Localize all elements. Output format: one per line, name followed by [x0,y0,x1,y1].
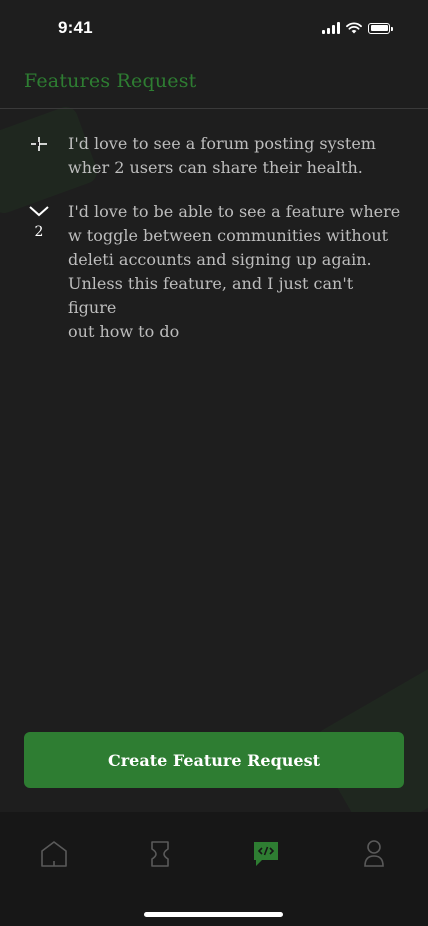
wifi-icon [346,22,362,34]
status-time: 9:41 [58,18,93,37]
tab-profile[interactable] [354,834,394,874]
hourglass-icon [151,841,169,867]
vote-control[interactable] [24,136,54,158]
status-icons [322,22,393,34]
page-title: Features Request [24,70,197,92]
request-text: I'd love to see a forum posting system w… [68,134,376,177]
feature-request-list: I'd love to see a forum posting system w… [0,132,428,364]
request-text: I'd love to be able to see a feature whe… [68,202,401,341]
header: Features Request [0,56,428,109]
tab-hourglass[interactable] [140,834,180,874]
battery-icon [368,22,393,34]
vote-count: 2 [34,224,44,240]
status-bar: 9:41 [0,0,428,56]
feature-request-item[interactable]: I'd love to see a forum posting system w… [0,132,428,180]
feature-request-item[interactable]: 2 I'd love to be able to see a feature w… [0,200,428,344]
home-icon [41,841,67,867]
upvote-plus-icon[interactable] [30,136,48,152]
cellular-signal-icon [322,22,340,34]
tab-bar [0,812,428,926]
tab-feature-requests[interactable] [246,834,286,874]
tab-home[interactable] [34,834,74,874]
chevron-down-icon[interactable] [28,204,50,218]
code-chat-icon [254,842,278,866]
vote-control[interactable]: 2 [24,204,54,240]
create-feature-request-button[interactable]: Create Feature Request [24,732,404,788]
profile-icon [364,840,384,867]
home-indicator [144,912,283,917]
